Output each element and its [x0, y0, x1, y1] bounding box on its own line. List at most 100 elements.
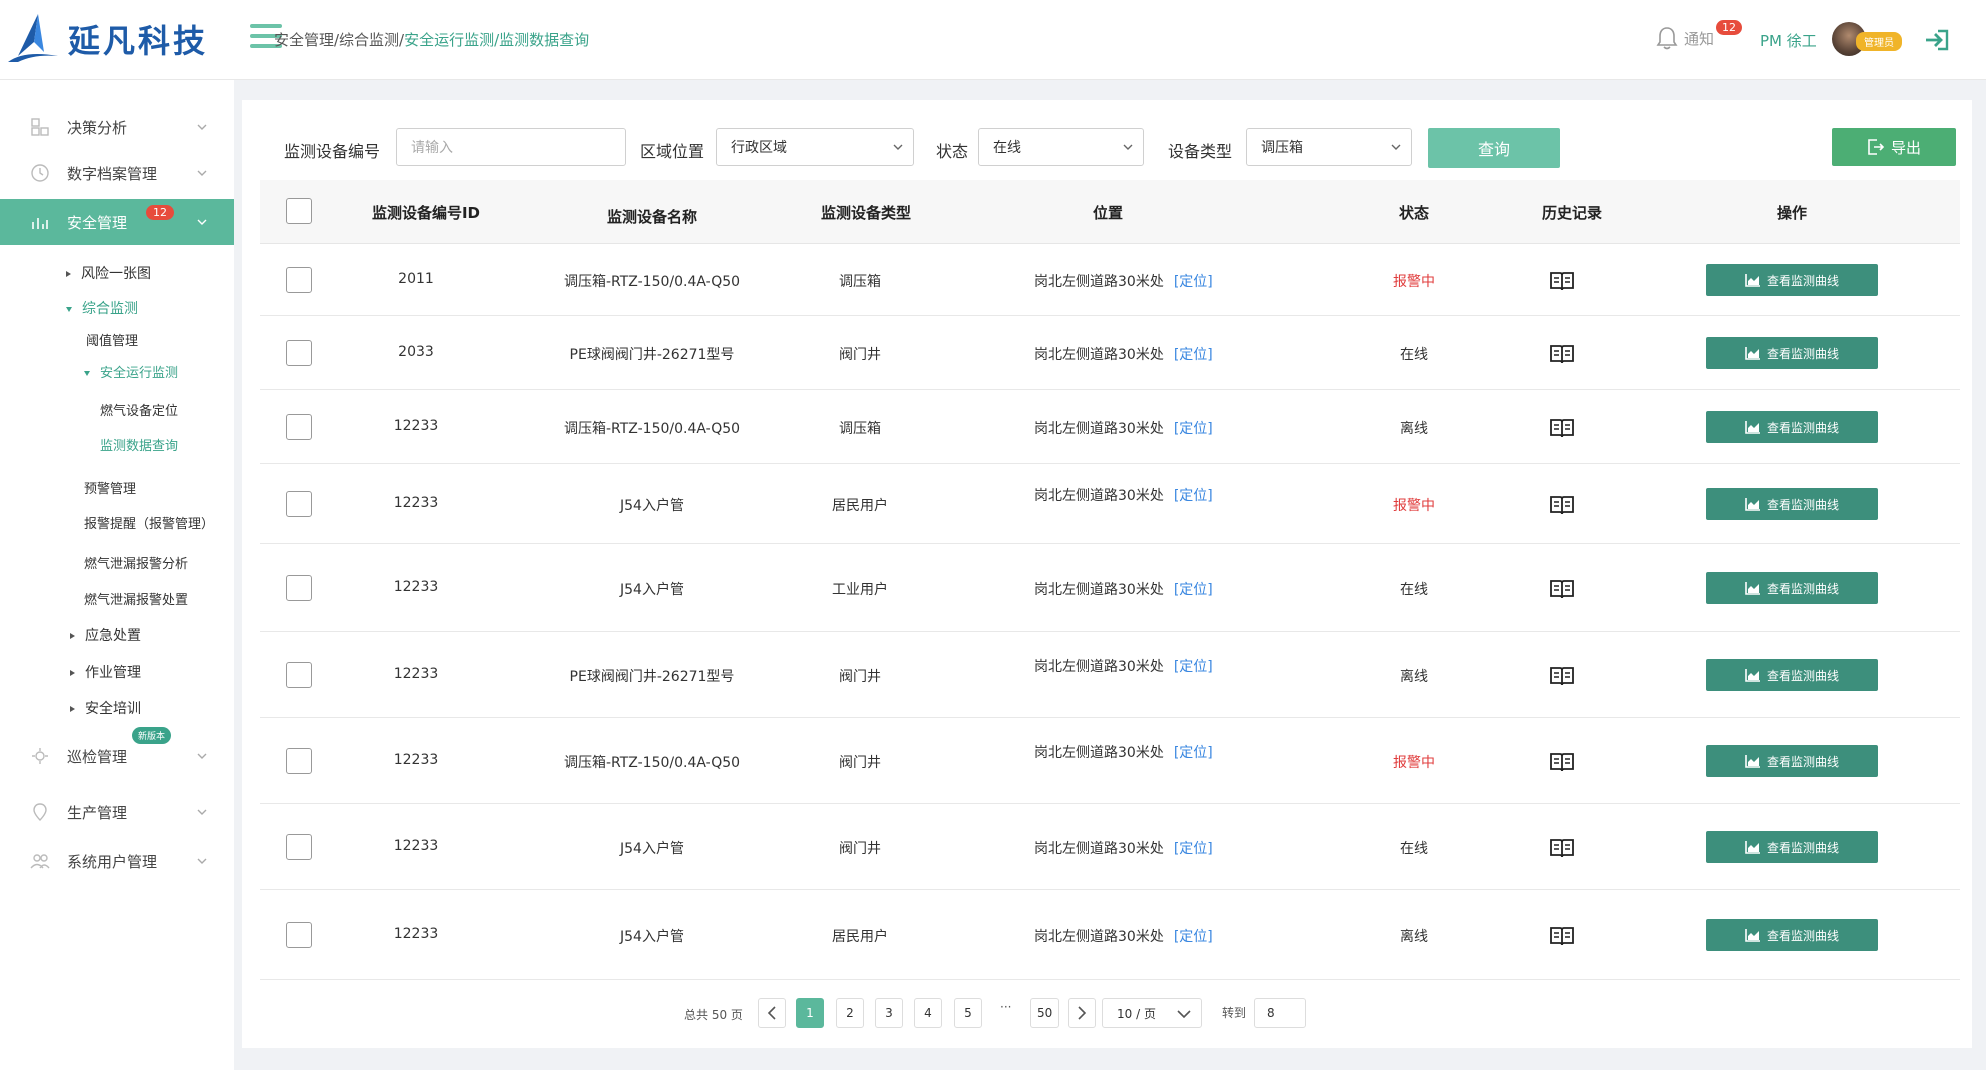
col-history[interactable]: 历史记录: [1542, 202, 1602, 223]
row-checkbox[interactable]: [286, 491, 312, 517]
logout-icon[interactable]: [1924, 28, 1950, 52]
user-name[interactable]: PM 徐工: [1760, 30, 1817, 51]
chevron-left-icon: [767, 1006, 776, 1020]
sidebar-item-production[interactable]: 生产管理: [0, 789, 234, 835]
view-curve-button[interactable]: 查看监测曲线: [1706, 831, 1878, 863]
table-row: 12233 J54入户管 居民用户 岗北左侧道路30米处 [定位] 报警中 查看监测曲线: [260, 464, 1960, 544]
row-checkbox[interactable]: [286, 414, 312, 440]
row-checkbox[interactable]: [286, 834, 312, 860]
col-device-id[interactable]: 监测设备编号ID: [372, 202, 480, 223]
page-button-50[interactable]: 50: [1030, 998, 1060, 1028]
pagination-ellipsis[interactable]: ···: [1000, 1000, 1011, 1014]
sidebar-sub-data-query[interactable]: 监测数据查询: [100, 435, 178, 454]
cell-location: 岗北左侧道路30米处 [定位]: [1034, 656, 1213, 676]
sidebar-sub-emergency[interactable]: 应急处置: [70, 625, 141, 645]
area-chart-icon: [1745, 498, 1760, 511]
select-all-checkbox[interactable]: [286, 198, 312, 224]
col-location[interactable]: 位置: [1093, 202, 1123, 223]
history-book-icon[interactable]: [1549, 665, 1575, 687]
view-curve-button[interactable]: 查看监测曲线: [1706, 264, 1878, 296]
grid-icon: [31, 118, 49, 136]
col-device-type[interactable]: 监测设备类型: [821, 202, 911, 223]
page-button-2[interactable]: 2: [836, 998, 864, 1028]
cell-device-type: 居民用户: [832, 498, 888, 514]
sidebar-sub-safety-train[interactable]: 安全培训: [70, 698, 141, 718]
page-button-1[interactable]: 1: [796, 998, 824, 1028]
locate-link[interactable]: [定位]: [1174, 659, 1213, 675]
locate-link[interactable]: [定位]: [1174, 421, 1213, 437]
locate-link[interactable]: [定位]: [1174, 347, 1213, 363]
next-page-button[interactable]: [1068, 998, 1096, 1028]
history-book-icon[interactable]: [1549, 343, 1575, 365]
sidebar-sub-warning-mgmt[interactable]: 预警管理: [84, 478, 136, 497]
page-button-5[interactable]: 5: [954, 998, 982, 1028]
history-book-icon[interactable]: [1549, 270, 1575, 292]
page-size-select[interactable]: 10 / 页: [1102, 998, 1202, 1028]
view-curve-button[interactable]: 查看监测曲线: [1706, 488, 1878, 520]
query-button[interactable]: 查询: [1428, 128, 1560, 168]
prev-page-button[interactable]: [758, 998, 786, 1028]
sidebar-item-decision-analysis[interactable]: 决策分析: [0, 104, 234, 150]
sidebar-sub-leak-handle[interactable]: 燃气泄漏报警处置: [84, 589, 188, 608]
top-header: 延凡科技 安全管理/综合监测/安全运行监测/监测数据查询 通知 12 PM 徐工…: [0, 0, 1986, 80]
view-curve-button[interactable]: 查看监测曲线: [1706, 659, 1878, 691]
sidebar-sub-risk-map[interactable]: 风险一张图: [66, 263, 151, 283]
view-curve-button[interactable]: 查看监测曲线: [1706, 572, 1878, 604]
device-type-select[interactable]: 调压箱: [1246, 128, 1412, 166]
row-checkbox[interactable]: [286, 748, 312, 774]
row-checkbox[interactable]: [286, 922, 312, 948]
history-book-icon[interactable]: [1549, 837, 1575, 859]
sidebar-item-digital-archive[interactable]: 数字档案管理: [0, 150, 234, 196]
sidebar-sub-alarm-notice[interactable]: 报警提醒（报警管理）: [84, 513, 214, 532]
breadcrumb-parent[interactable]: 安全管理/综合监测/: [274, 31, 404, 49]
row-checkbox[interactable]: [286, 267, 312, 293]
col-status[interactable]: 状态: [1399, 202, 1429, 223]
location-text: 岗北左侧道路30米处: [1034, 274, 1164, 290]
notification-button[interactable]: 通知 12: [1656, 20, 1742, 50]
page-button-4[interactable]: 4: [914, 998, 942, 1028]
page-button-3[interactable]: 3: [875, 998, 903, 1028]
sidebar-item-system-users[interactable]: 系统用户管理: [0, 838, 234, 884]
history-book-icon[interactable]: [1549, 578, 1575, 600]
row-checkbox[interactable]: [286, 662, 312, 688]
sidebar-sub-safety-run[interactable]: 安全运行监测: [84, 362, 178, 381]
area-select[interactable]: 行政区域: [716, 128, 914, 166]
device-id-label: 监测设备编号: [284, 142, 381, 161]
locate-link[interactable]: [定位]: [1174, 488, 1213, 504]
sidebar-item-inspection[interactable]: 巡检管理 新版本: [0, 727, 234, 779]
goto-label: 转到: [1222, 1006, 1247, 1020]
location-text: 岗北左侧道路30米处: [1034, 841, 1164, 857]
locate-link[interactable]: [定位]: [1174, 745, 1213, 761]
history-book-icon[interactable]: [1549, 417, 1575, 439]
sidebar-sub-monitor[interactable]: 综合监测: [66, 298, 138, 318]
locate-link[interactable]: [定位]: [1174, 582, 1213, 598]
view-curve-button[interactable]: 查看监测曲线: [1706, 337, 1878, 369]
locate-link[interactable]: [定位]: [1174, 929, 1213, 945]
chevron-down-icon: [197, 170, 207, 176]
history-book-icon[interactable]: [1549, 751, 1575, 773]
cell-device-id: 12233: [393, 418, 439, 434]
view-curve-button[interactable]: 查看监测曲线: [1706, 745, 1878, 777]
view-curve-button[interactable]: 查看监测曲线: [1706, 919, 1878, 951]
goto-input[interactable]: 8: [1254, 998, 1306, 1028]
view-curve-button[interactable]: 查看监测曲线: [1706, 411, 1878, 443]
locate-link[interactable]: [定位]: [1174, 841, 1213, 857]
col-action[interactable]: 操作: [1777, 202, 1807, 223]
row-checkbox[interactable]: [286, 340, 312, 366]
status-select[interactable]: 在线: [978, 128, 1144, 166]
sidebar-item-safety-management[interactable]: 安全管理 12: [0, 199, 234, 245]
sidebar-sub-label: 燃气泄漏报警分析: [84, 557, 189, 572]
sidebar-sub-leak-analysis[interactable]: 燃气泄漏报警分析: [84, 553, 188, 572]
history-book-icon[interactable]: [1549, 925, 1575, 947]
brand-logo[interactable]: 延凡科技: [4, 12, 208, 66]
row-checkbox[interactable]: [286, 575, 312, 601]
sidebar-sub-gas-locate[interactable]: 燃气设备定位: [100, 400, 178, 419]
sidebar-sub-threshold[interactable]: 阈值管理: [86, 330, 138, 349]
export-button[interactable]: 导出: [1832, 128, 1956, 166]
sidebar-sub-work-mgmt[interactable]: 作业管理: [70, 662, 141, 682]
col-device-name[interactable]: 监测设备名称: [607, 206, 697, 227]
locate-link[interactable]: [定位]: [1174, 274, 1213, 290]
history-book-icon[interactable]: [1549, 494, 1575, 516]
location-text: 岗北左侧道路30米处: [1034, 745, 1164, 761]
device-id-input[interactable]: 请输入: [396, 128, 626, 166]
